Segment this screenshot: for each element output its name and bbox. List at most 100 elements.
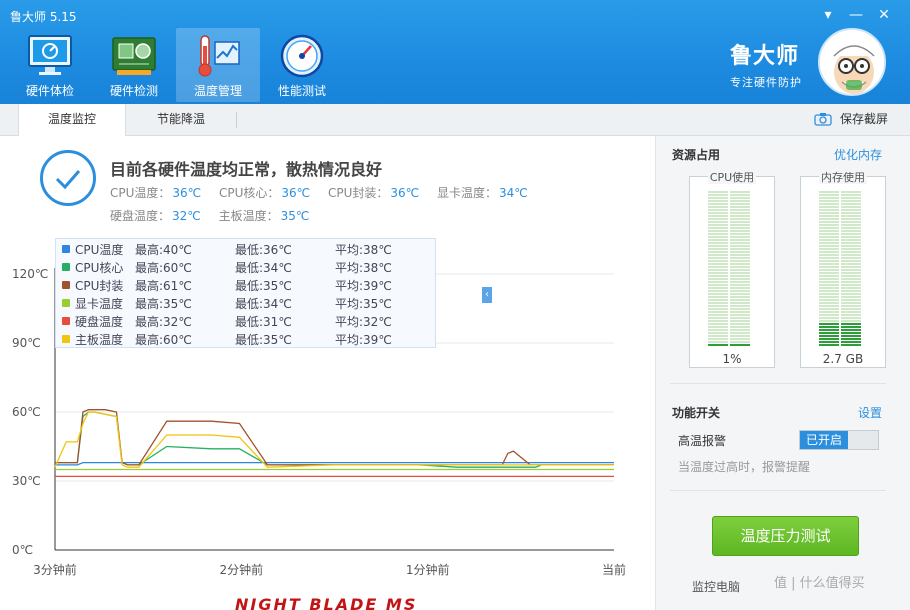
main-nav: 硬件体检 硬件检测 温度管理 性能测试 — [8, 28, 344, 104]
legend-series-name: CPU核心 — [75, 260, 124, 275]
x-tick-label: 当前 — [602, 562, 626, 577]
temp-label: 硬盘温度： — [110, 209, 171, 223]
temp-value: 34℃ — [498, 186, 528, 200]
legend-collapse-button[interactable]: ‹ — [482, 287, 492, 303]
mascot-icon — [820, 30, 884, 94]
section-divider — [670, 383, 886, 384]
y-tick-label: 60℃ — [12, 405, 41, 419]
chart-legend: CPU温度 最高:40℃ 最低:36℃ 平均:38℃ CPU核心 最高:60℃ … — [55, 238, 492, 348]
series-line — [55, 411, 614, 468]
circuit-board-icon — [112, 37, 156, 75]
header-bar: 鲁大师 5.15 ▾ — ✕ 硬件体检 硬件检测 温度管理 性能测试 鲁大师 专… — [0, 0, 910, 104]
memory-usage-value: 2.7 GB — [822, 352, 864, 366]
close-button[interactable]: ✕ — [874, 6, 894, 24]
nav-item-temperature[interactable]: 温度管理 — [176, 28, 260, 102]
high-temp-alarm-label: 高温报警 — [678, 434, 727, 448]
temp-value: 36℃ — [172, 186, 202, 200]
legend-series-name: 主板温度 — [75, 332, 124, 347]
status-title: 目前各硬件温度均正常，散热情况良好 — [110, 160, 383, 179]
y-tick-label: 120℃ — [12, 267, 48, 281]
tab-energy-cooling[interactable]: 节能降温 — [128, 104, 234, 136]
legend-min: 最低:35℃ — [235, 332, 292, 347]
y-tick-label: 90℃ — [12, 336, 41, 350]
temps-line-1: CPU温度： 36℃ CPU核心： 36℃ CPU封装： 36℃ 显卡温度： 34℃ — [110, 184, 542, 201]
legend-row: 硬盘温度 最高:32℃ 最低:31℃ 平均:32℃ — [62, 312, 432, 330]
save-screenshot-label: 保存截屏 — [839, 112, 888, 126]
nav-item-performance[interactable]: 性能测试 — [260, 28, 344, 102]
legend-series-name: CPU封装 — [75, 278, 124, 293]
high-temp-alarm-toggle[interactable]: 已开启 — [799, 430, 879, 450]
thermometer-icon — [198, 35, 240, 77]
temp-value: 36℃ — [281, 186, 311, 200]
status-ok-icon — [40, 150, 96, 206]
nav-label: 温度管理 — [193, 84, 242, 98]
temp-value: 32℃ — [172, 209, 201, 223]
toggle-state: 已开启 — [800, 431, 848, 449]
stress-test-button[interactable]: 温度压力测试 — [712, 516, 859, 556]
legend-row: 主板温度 最高:60℃ 最低:35℃ 平均:39℃ — [62, 330, 432, 348]
legend-avg: 平均:39℃ — [335, 278, 392, 293]
nav-label: 硬件体检 — [25, 84, 74, 98]
memory-usage-meter — [819, 191, 861, 347]
monitor-text: 监控电脑 — [692, 580, 741, 594]
brand-slogan: 专注硬件防护 — [730, 76, 802, 89]
functions-title: 功能开关 — [672, 406, 721, 420]
legend-series-name: 硬盘温度 — [75, 314, 124, 329]
temps-line-2: 硬盘温度： 32℃ 主板温度： 35℃ — [110, 207, 323, 224]
app-window: 鲁大师 5.15 ▾ — ✕ 硬件体检 硬件检测 温度管理 性能测试 鲁大师 专… — [0, 0, 910, 610]
cpu-usage-meter — [708, 191, 750, 347]
monitor-icon — [28, 35, 72, 75]
nav-item-hardware-checkup[interactable]: 硬件体检 — [8, 28, 92, 102]
legend-min: 最低:31℃ — [235, 314, 292, 329]
nav-label: 性能测试 — [277, 84, 326, 98]
legend-min: 最低:34℃ — [235, 260, 292, 275]
speedometer-icon — [280, 34, 324, 78]
memory-usage-box: 内存使用 2.7 GB — [800, 171, 886, 368]
brand-name: 鲁大师 — [730, 44, 800, 69]
temp-value: 36℃ — [390, 186, 420, 200]
temperature-chart: 0℃ 30℃ 60℃ 90℃ 120℃ 3分钟前 2分钟前 1分钟前 当前 CPU温度 最高:4… — [0, 236, 654, 610]
legend-row: CPU核心 最高:60℃ 最低:34℃ 平均:38℃ — [62, 258, 432, 276]
legend-max: 最高:35℃ — [135, 296, 192, 311]
save-screenshot-button[interactable]: 保存截屏 — [814, 104, 888, 134]
alarm-hint: 当温度过高时，报警提醒 — [678, 460, 811, 474]
legend-swatch — [62, 299, 70, 307]
temp-label: 主板温度： — [218, 209, 279, 223]
legend-max: 最高:40℃ — [135, 242, 192, 257]
legend-row: 显卡温度 最高:35℃ 最低:34℃ 平均:35℃ — [62, 294, 432, 312]
temp-value: 35℃ — [280, 209, 310, 223]
legend-max: 最高:32℃ — [135, 314, 192, 329]
brand: 鲁大师 专注硬件防护 — [730, 38, 802, 90]
settings-link[interactable]: 设置 — [858, 404, 882, 421]
app-title: 鲁大师 5.15 — [10, 10, 77, 24]
legend-avg: 平均:32℃ — [335, 314, 392, 329]
temp-label: 显卡温度： — [436, 186, 497, 200]
legend-min: 最低:34℃ — [235, 296, 292, 311]
menu-dropdown-icon[interactable]: ▾ — [818, 6, 838, 24]
temp-label: CPU温度： — [110, 186, 171, 200]
legend-swatch — [62, 281, 70, 289]
x-tick-label: 1分钟前 — [406, 562, 450, 577]
background-wallpaper-text: NIGHT BLADE MS — [235, 595, 418, 610]
legend-min: 最低:36℃ — [235, 242, 292, 257]
minimize-button[interactable]: — — [846, 6, 866, 24]
temp-label: CPU核心： — [218, 186, 280, 200]
legend-max: 最高:60℃ — [135, 332, 192, 347]
tab-temperature-monitor[interactable]: 温度监控 — [18, 104, 126, 137]
cpu-usage-box: CPU使用 1% — [689, 171, 775, 368]
side-panel: 资源占用 优化内存 CPU使用 1% 内存使用 2.7 GB 功能开关 设置 高… — [655, 136, 910, 610]
legend-swatch — [62, 245, 70, 253]
series-line — [55, 409, 614, 466]
avatar[interactable] — [818, 28, 886, 96]
temp-label: CPU封装： — [327, 186, 389, 200]
resources-title: 资源占用 — [672, 148, 721, 162]
memory-usage-label: 内存使用 — [819, 171, 867, 184]
y-tick-label: 30℃ — [12, 474, 41, 488]
legend-swatch — [62, 335, 70, 343]
temperature-monitor-panel: 目前各硬件温度均正常，散热情况良好 CPU温度： 36℃ CPU核心： 36℃ CP… — [0, 136, 654, 610]
nav-item-hardware-detect[interactable]: 硬件检测 — [92, 28, 176, 102]
series-line — [54, 411, 614, 468]
section-divider — [670, 490, 886, 491]
optimize-memory-link[interactable]: 优化内存 — [834, 146, 882, 163]
legend-max: 最高:60℃ — [135, 260, 192, 275]
